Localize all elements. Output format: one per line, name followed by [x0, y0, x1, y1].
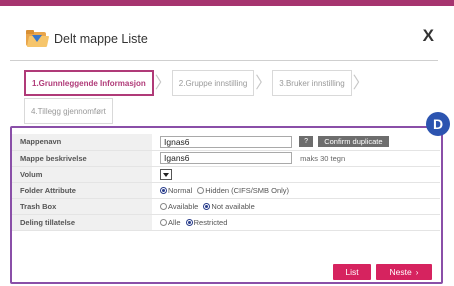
- step-user-settings[interactable]: 3.Bruker innstilling: [272, 70, 352, 96]
- folder-attribute-label: Folder Attribute: [12, 182, 152, 199]
- next-button[interactable]: Neste ›: [376, 264, 432, 280]
- radio-hidden[interactable]: [197, 186, 205, 194]
- radio-not-available[interactable]: [203, 202, 211, 210]
- sharing-permission-label: Deling tillatelse: [12, 214, 152, 231]
- confirm-duplicate-button[interactable]: Confirm duplicate: [318, 136, 389, 148]
- step-basic-info[interactable]: 1.Grunnleggende Informasjon: [24, 70, 154, 96]
- radio-available[interactable]: [160, 202, 167, 210]
- chevron-right-icon: 〉: [154, 73, 171, 92]
- radio-normal[interactable]: [160, 186, 167, 194]
- list-button[interactable]: List: [333, 264, 371, 280]
- divider: [10, 60, 438, 61]
- radio-not-available-label: Not available: [211, 201, 255, 211]
- shared-folder-icon: [24, 29, 50, 49]
- next-button-label: Neste: [389, 267, 412, 277]
- form-row-volume: Volum: [12, 166, 440, 183]
- folder-name-input[interactable]: Ignas6: [160, 135, 292, 148]
- folder-description-label: Mappe beskrivelse: [12, 150, 152, 167]
- radio-normal-label: Normal: [168, 185, 193, 195]
- form-row-trash-box: Trash Box Available Not available: [12, 198, 440, 215]
- shared-folder-dialog: Delt mappe Liste X 1.Grunnleggende Infor…: [0, 0, 454, 286]
- wizard-steps: 1.Grunnleggende Informasjon 〉 2.Gruppe i…: [24, 70, 370, 96]
- step-badge: D: [426, 112, 450, 136]
- step-group-settings[interactable]: 2.Gruppe innstilling: [171, 70, 255, 96]
- folder-description-input[interactable]: Igans6: [160, 152, 292, 164]
- radio-available-label: Available: [168, 201, 199, 211]
- chevron-right-icon: 〉: [255, 73, 272, 92]
- chevron-right-icon: 〉: [352, 73, 369, 92]
- radio-restricted[interactable]: [185, 218, 193, 226]
- radio-all-label: Alle: [168, 217, 181, 227]
- form-row-description: Mappe beskrivelse Igans6 maks 30 tegn: [12, 150, 440, 167]
- form-row-folder-attribute: Folder Attribute Normal Hidden (CIFS/SMB…: [12, 182, 440, 199]
- form-row-sharing: Deling tillatelse Alle Restricted: [12, 214, 440, 231]
- volume-select[interactable]: [160, 168, 172, 180]
- list-button-label: List: [345, 267, 359, 277]
- dialog-title-bar: Delt mappe Liste: [24, 26, 148, 52]
- volume-label: Volum: [12, 166, 152, 183]
- close-button[interactable]: X: [423, 26, 434, 46]
- step-complete[interactable]: 4.Tillegg gjennomført: [24, 98, 113, 124]
- dialog-title: Delt mappe Liste: [54, 32, 148, 46]
- max-length-hint: maks 30 tegn: [300, 153, 346, 163]
- radio-all[interactable]: [160, 218, 167, 226]
- form-row-name: Mappenavn Ignas6 ? Confirm duplicate: [12, 134, 440, 151]
- wizard-steps-row-2: 4.Tillegg gjennomført: [24, 98, 113, 124]
- radio-restricted-label: Restricted: [193, 217, 228, 227]
- chevron-right-icon: ›: [415, 267, 419, 277]
- radio-hidden-label: Hidden (CIFS/SMB Only): [205, 185, 290, 195]
- settings-form: Mappenavn Ignas6 ? Confirm duplicate Map…: [12, 134, 440, 231]
- help-button[interactable]: ?: [299, 136, 314, 148]
- folder-name-label: Mappenavn: [12, 134, 152, 151]
- trash-box-label: Trash Box: [12, 198, 152, 215]
